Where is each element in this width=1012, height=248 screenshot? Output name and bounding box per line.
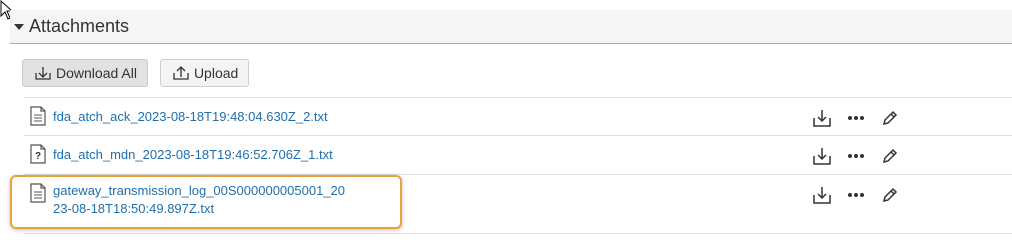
attachments-section-header[interactable]: Attachments (10, 10, 1012, 44)
attachments-toolbar: Download All Upload (22, 59, 250, 87)
row-actions (811, 145, 901, 167)
section-title: Attachments (29, 16, 130, 36)
download-icon[interactable] (811, 145, 833, 167)
list-item: fda_atch_ack_2023-08-18T19:48:04.630Z_2.… (24, 97, 1012, 135)
upload-tray-icon (173, 66, 189, 80)
row-actions (811, 107, 901, 129)
download-all-button[interactable]: Download All (22, 59, 148, 87)
caret-down-icon (14, 23, 24, 30)
more-options-icon[interactable] (845, 184, 867, 206)
download-icon[interactable] (811, 184, 833, 206)
attachment-link[interactable]: fda_atch_ack_2023-08-18T19:48:04.630Z_2.… (53, 108, 328, 126)
highlight-box (10, 175, 402, 229)
row-actions (811, 184, 901, 206)
upload-label: Upload (193, 65, 239, 81)
edit-pencil-icon[interactable] (879, 107, 901, 129)
unknown-file-icon: ? (30, 144, 46, 164)
download-icon[interactable] (811, 107, 833, 129)
list-item: ? fda_atch_mdn_2023-08-18T19:46:52.706Z_… (24, 135, 1012, 174)
download-all-label: Download All (56, 65, 137, 81)
edit-pencil-icon[interactable] (879, 145, 901, 167)
edit-pencil-icon[interactable] (879, 184, 901, 206)
more-options-icon[interactable] (845, 145, 867, 167)
more-options-icon[interactable] (845, 107, 867, 129)
attachment-link[interactable]: fda_atch_mdn_2023-08-18T19:46:52.706Z_1.… (53, 146, 333, 164)
svg-text:?: ? (35, 151, 41, 162)
text-file-icon (30, 106, 46, 126)
download-tray-icon (35, 67, 51, 80)
upload-button[interactable]: Upload (159, 59, 250, 87)
